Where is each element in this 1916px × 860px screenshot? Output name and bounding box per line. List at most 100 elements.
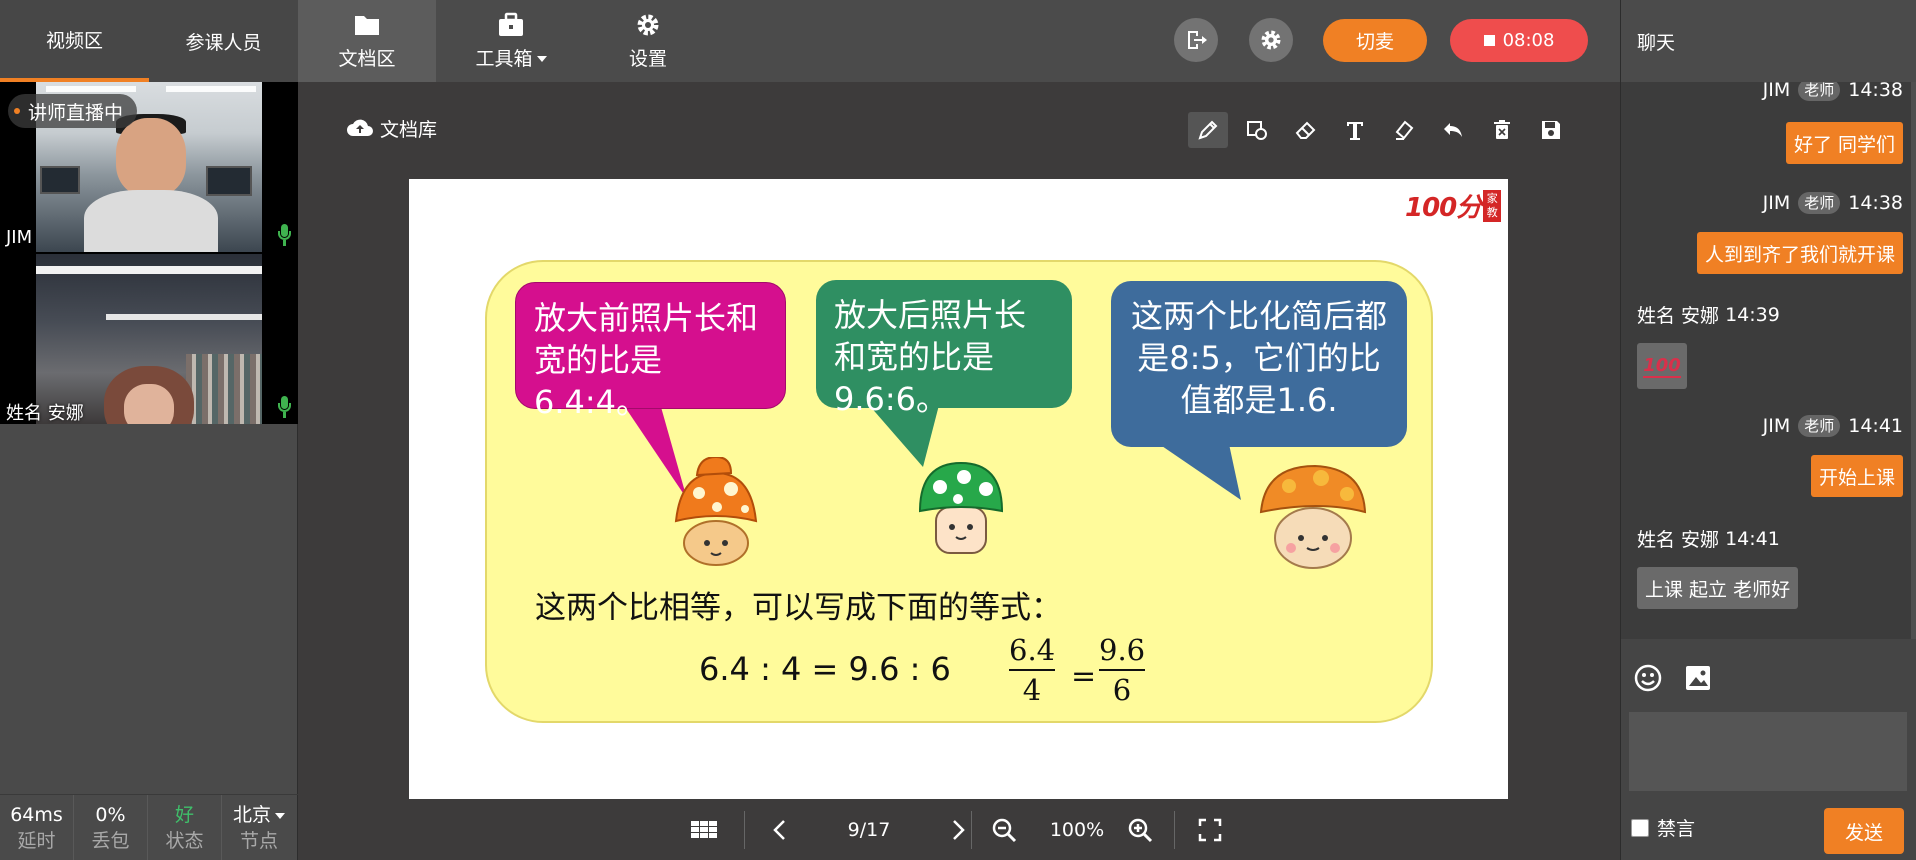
thumbnail-grid-button[interactable] — [684, 799, 724, 860]
live-status-badge: 讲师直播中 — [8, 94, 138, 128]
fraction-numerator: 9.6 — [1099, 633, 1146, 667]
shapes-icon — [1247, 121, 1267, 140]
live-dot-icon — [14, 108, 20, 114]
stat-value: 0% — [95, 804, 126, 826]
undo-icon — [1444, 123, 1462, 137]
page-indicator: 9/17 — [847, 818, 891, 841]
left-tabs: 视频区 参课人员 — [0, 0, 298, 82]
clear-tool[interactable] — [1384, 112, 1424, 148]
pencil-icon — [1198, 120, 1218, 140]
fraction-denominator: 4 — [1022, 673, 1042, 707]
bubble-tail — [1159, 444, 1241, 500]
stat-label: 丢包 — [91, 830, 130, 852]
exit-button[interactable] — [1174, 18, 1218, 62]
lesson-statement: 这两个比相等，可以写成下面的等式： — [535, 590, 1062, 626]
document-area: 文档库 100分 家教 放大前照片长和宽的比是6.4:4。 放大后照片长和宽的比… — [298, 82, 1620, 860]
hundred-points-icon: 100 — [1643, 354, 1681, 378]
chevron-left-icon — [773, 819, 785, 840]
mute-label: 禁言 — [1657, 818, 1696, 840]
document-library-label: 文档库 — [380, 118, 438, 141]
chat-panel: 聊天 JIM 老师 14:38 好了 同学们 JIM 老师 14:38 人到到齐… — [1620, 0, 1916, 860]
speech-bubble-before: 放大前照片长和宽的比是6.4:4。 — [515, 282, 786, 421]
send-button[interactable]: 发送 — [1824, 808, 1904, 854]
nav-settings[interactable]: 设置 — [586, 0, 710, 82]
eraser-icon — [1295, 121, 1316, 139]
sender-name: JIM — [1762, 82, 1791, 101]
message-time: 14:41 — [1725, 527, 1780, 550]
delete-button[interactable] — [1482, 112, 1522, 148]
chat-message: 好了 同学们 — [1785, 122, 1903, 164]
next-page-button[interactable] — [938, 799, 978, 860]
stat-packet-loss: 0% 丢包 — [74, 795, 148, 860]
app-window: 视频区 参课人员 JIM 姓名 安娜 讲师直播中 64ms 延时 0% 丢包 好… — [0, 0, 1916, 860]
eraser-tool[interactable] — [1286, 112, 1326, 148]
chat-title: 聊天 — [1621, 0, 1916, 82]
whiteboard-tools — [1188, 112, 1580, 148]
zoom-level: 100% — [1049, 818, 1105, 841]
folder-icon — [355, 15, 379, 35]
video-name-label: JIM — [6, 227, 33, 248]
shape-tool[interactable] — [1237, 112, 1277, 148]
text-tool[interactable] — [1335, 112, 1375, 148]
prev-page-button[interactable] — [760, 799, 800, 860]
big-mushroom-icon — [1259, 464, 1367, 569]
video-area: JIM 姓名 安娜 讲师直播中 — [0, 82, 298, 424]
switch-mic-button[interactable]: 切麦 — [1323, 19, 1427, 62]
stat-label: 状态 — [165, 830, 204, 852]
chat-scrollbar[interactable] — [1911, 82, 1916, 639]
fraction-numerator: 6.4 — [1009, 633, 1056, 667]
chat-input-area: 禁言 发送 — [1621, 639, 1916, 860]
message-time: 14:38 — [1848, 192, 1903, 214]
mute-toggle[interactable]: 禁言 — [1631, 814, 1695, 841]
grid-icon — [691, 820, 717, 838]
message-time: 14:39 — [1725, 303, 1780, 326]
speech-bubble-simplified: 这两个比化简后都是8:5，它们的比值都是1.6. — [1111, 281, 1407, 447]
ratio-equation: 6.4 : 4 = 9.6 : 6 — [699, 650, 951, 688]
sender-name: JIM — [1762, 415, 1791, 437]
nav-toolbox[interactable]: 工具箱 — [436, 0, 586, 82]
stop-icon — [1483, 35, 1495, 46]
save-icon — [1542, 121, 1560, 139]
document-library-button[interactable]: 文档库 — [346, 116, 438, 141]
zoom-in-icon — [1128, 818, 1153, 842]
clear-icon — [1395, 120, 1414, 140]
emoji-message: 100 — [1637, 343, 1687, 389]
video-tile-student[interactable]: 姓名 安娜 — [0, 254, 298, 424]
message-time: 14:41 — [1848, 415, 1903, 437]
tab-video-area[interactable]: 视频区 — [0, 0, 149, 82]
brand-logo: 100分 家教 — [1405, 187, 1502, 224]
settings-button[interactable] — [1249, 18, 1293, 62]
brand-number: 100分 — [1405, 193, 1482, 223]
undo-button[interactable] — [1433, 112, 1473, 148]
speech-bubble-after: 放大后照片长和宽的比是9.6:6。 — [816, 280, 1072, 418]
zoom-out-button[interactable] — [984, 799, 1024, 860]
tab-participants[interactable]: 参课人员 — [149, 0, 298, 82]
chat-message-list[interactable]: JIM 老师 14:38 好了 同学们 JIM 老师 14:38 人到到齐了我们… — [1621, 82, 1916, 639]
zoom-in-button[interactable] — [1120, 799, 1160, 860]
role-badge: 老师 — [1798, 192, 1841, 214]
stat-latency: 64ms 延时 — [0, 795, 74, 860]
fullscreen-button[interactable] — [1190, 799, 1230, 860]
pencil-tool[interactable] — [1188, 112, 1228, 148]
role-badge: 老师 — [1798, 415, 1841, 437]
nav-label: 工具箱 — [475, 47, 533, 70]
document-controls: 9/17 100% — [298, 799, 1620, 860]
message-meta: JIM 老师 14:41 — [1763, 415, 1903, 437]
emoji-picker-icon[interactable] — [1633, 663, 1663, 693]
text-icon — [1347, 122, 1363, 140]
save-button[interactable] — [1531, 112, 1571, 148]
chat-input[interactable] — [1629, 712, 1907, 791]
stop-record-button[interactable]: 08:08 — [1450, 19, 1588, 62]
message-meta: JIM 老师 14:38 — [1763, 82, 1903, 101]
briefcase-icon — [499, 12, 523, 36]
brand-tag: 家教 — [1483, 189, 1502, 222]
mic-on-icon — [278, 224, 291, 246]
nav-document-area[interactable]: 文档区 — [298, 0, 436, 82]
mute-checkbox[interactable] — [1631, 818, 1649, 837]
image-upload-icon[interactable] — [1683, 663, 1713, 693]
message-meta: JIM 老师 14:38 — [1763, 192, 1903, 214]
stat-node-selector[interactable]: 北京 节点 — [222, 795, 296, 860]
message-meta: 姓名 安娜 14:41 — [1637, 525, 1780, 552]
scrollbar-thumb[interactable] — [1911, 82, 1916, 639]
slide-canvas[interactable]: 100分 家教 放大前照片长和宽的比是6.4:4。 放大后照片长和宽的比是9.6… — [409, 179, 1508, 799]
